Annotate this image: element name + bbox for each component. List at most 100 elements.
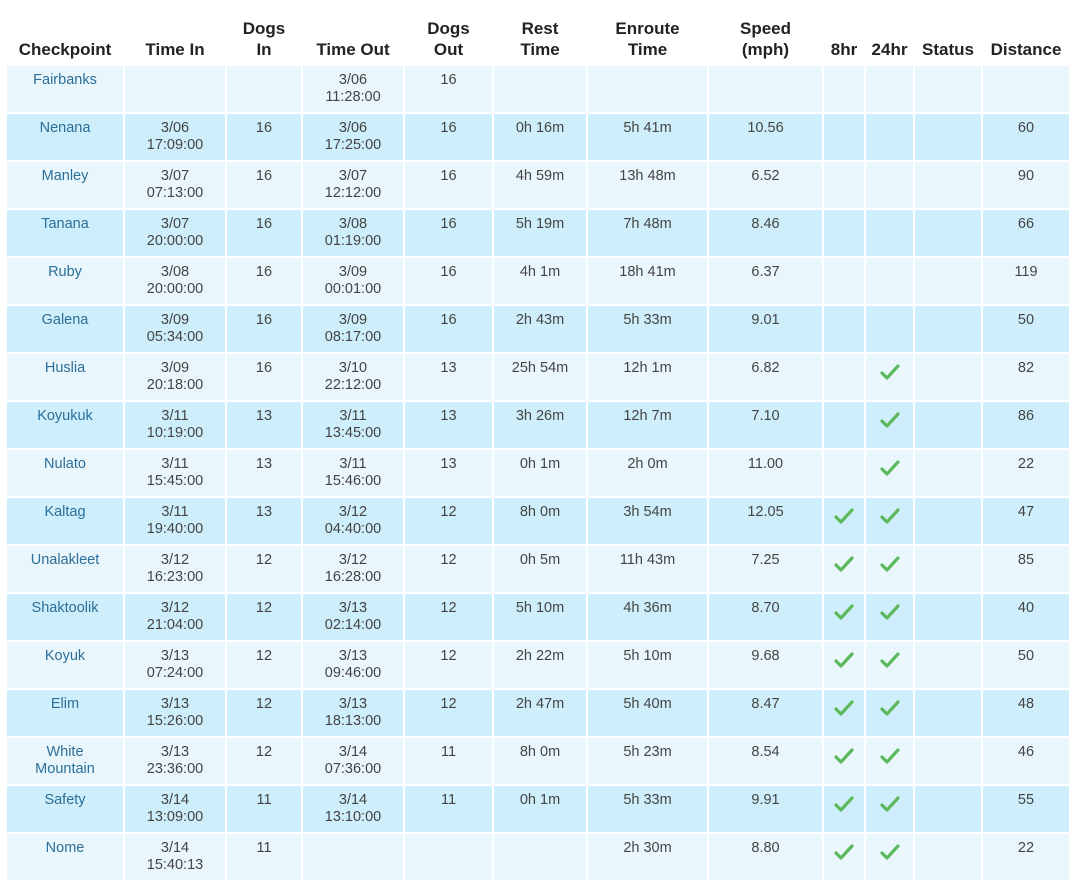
time-in-cell: 3/12 21:04:00	[125, 594, 225, 640]
checkpoint-link-text[interactable]: Tanana	[41, 216, 89, 232]
time-in-cell-text: 07:24:00	[146, 665, 204, 681]
checkpoint-link[interactable]: Nome	[7, 834, 123, 880]
table-row: Shaktoolik 3/12 21:04:00 12 3/13 02:14:00 12 5h…	[7, 594, 1069, 640]
dogs-in-cell: 13	[227, 450, 301, 496]
speed-cell-text: 6.52	[751, 168, 780, 184]
8hr-cell	[824, 834, 864, 880]
checkpoint-link-text[interactable]: Elim	[51, 696, 79, 712]
checkpoint-link-text[interactable]: Unalakleet	[31, 552, 100, 568]
rest-time-cell-text: 3h 26m	[515, 408, 565, 424]
24hr-cell	[866, 210, 913, 256]
checkpoint-link-text[interactable]: Mountain	[35, 761, 95, 777]
column-header-text: 8hr	[830, 40, 858, 59]
speed-cell-text: 8.80	[751, 840, 780, 856]
distance-cell: 66	[983, 210, 1069, 256]
checkpoint-table-container: Checkpoint Time In Dogs In Time Out Dogs Out Re…	[5, 8, 1069, 882]
time-out-cell-text: 3/13	[338, 648, 368, 664]
dogs-in-cell: 12	[227, 738, 301, 784]
checkpoint-link[interactable]: White Mountain	[7, 738, 123, 784]
8hr-cell	[824, 594, 864, 640]
check-icon	[834, 651, 854, 669]
enroute-time-cell: 2h 0m	[588, 450, 707, 496]
checkpoint-link[interactable]: Kaltag	[7, 498, 123, 544]
checkpoint-link[interactable]: Unalakleet	[7, 546, 123, 592]
24hr-cell	[866, 114, 913, 160]
speed-cell: 8.47	[709, 690, 822, 736]
dogs-in-cell-text: 12	[255, 600, 273, 616]
checkpoint-link[interactable]: Ruby	[7, 258, 123, 304]
rest-time-cell-text: 0h 1m	[519, 456, 561, 472]
checkpoint-link-text[interactable]: Safety	[44, 792, 85, 808]
8hr-cell	[824, 402, 864, 448]
time-out-cell: 3/10 22:12:00	[303, 354, 403, 400]
column-header-dogs-out: Dogs Out	[405, 10, 492, 64]
time-out-cell: 3/14 13:10:00	[303, 786, 403, 832]
distance-cell: 90	[983, 162, 1069, 208]
checkpoint-link[interactable]: Safety	[7, 786, 123, 832]
enroute-time-cell-text: 5h 33m	[623, 312, 672, 328]
checkpoint-link[interactable]: Shaktoolik	[7, 594, 123, 640]
time-in-cell-text: 07:13:00	[146, 185, 204, 201]
checkpoint-link[interactable]: Galena	[7, 306, 123, 352]
checkpoint-link-text[interactable]: Huslia	[45, 360, 85, 376]
checkpoint-link-text[interactable]: Nenana	[40, 120, 91, 136]
checkpoint-link[interactable]: Nulato	[7, 450, 123, 496]
enroute-time-cell-text: 4h 36m	[623, 600, 672, 616]
distance-cell-text: 47	[1017, 504, 1035, 520]
time-in-cell: 3/11 10:19:00	[125, 402, 225, 448]
rest-time-cell-text: 2h 47m	[515, 696, 565, 712]
checkpoint-link[interactable]: Tanana	[7, 210, 123, 256]
checkpoint-link-text[interactable]: Ruby	[48, 264, 82, 280]
distance-cell-text: 86	[1017, 408, 1035, 424]
time-out-cell-text: 16:28:00	[324, 569, 382, 585]
checkpoint-link[interactable]: Fairbanks	[7, 66, 123, 112]
column-header-text: Status	[922, 40, 974, 59]
24hr-cell	[866, 258, 913, 304]
speed-cell-text: 6.37	[751, 264, 780, 280]
checkpoint-link-text[interactable]: Fairbanks	[33, 72, 97, 88]
time-in-cell-text: 3/09	[160, 312, 190, 328]
checkpoint-link-text[interactable]: White	[46, 744, 83, 760]
table-body: Fairbanks 3/06 11:28:00 16 Nenana 3/06 17:09:0…	[7, 66, 1069, 880]
checkpoint-link-text[interactable]: Nulato	[44, 456, 86, 472]
dogs-out-cell-text: 11	[440, 744, 457, 760]
checkpoint-link-text[interactable]: Koyukuk	[37, 408, 93, 424]
rest-time-cell: 3h 26m	[494, 402, 586, 448]
8hr-cell	[824, 258, 864, 304]
rest-time-cell: 2h 47m	[494, 690, 586, 736]
dogs-in-cell-text: 11	[256, 792, 272, 808]
time-out-cell-text: 09:46:00	[324, 665, 382, 681]
enroute-time-cell: 12h 1m	[588, 354, 707, 400]
checkpoint-link[interactable]: Manley	[7, 162, 123, 208]
table-row: Galena 3/09 05:34:00 16 3/09 08:17:00 16 2h 43m…	[7, 306, 1069, 352]
checkpoint-link-text[interactable]: Nome	[46, 840, 85, 856]
dogs-out-cell: 16	[405, 210, 492, 256]
time-out-cell-text: 3/12	[338, 504, 368, 520]
checkpoint-link-text[interactable]: Manley	[42, 168, 89, 184]
speed-cell: 8.80	[709, 834, 822, 880]
checkpoint-link[interactable]: Nenana	[7, 114, 123, 160]
checkpoint-link-text[interactable]: Galena	[42, 312, 89, 328]
checkpoint-link[interactable]: Elim	[7, 690, 123, 736]
24hr-cell	[866, 738, 913, 784]
time-in-cell	[125, 66, 225, 112]
check-icon	[879, 459, 900, 477]
distance-cell-text: 82	[1017, 360, 1035, 376]
time-out-cell: 3/09 08:17:00	[303, 306, 403, 352]
rest-time-cell: 25h 54m	[494, 354, 586, 400]
column-header-status: Status	[915, 10, 981, 64]
column-header-text: Time	[627, 40, 668, 59]
time-out-cell: 3/11 15:46:00	[303, 450, 403, 496]
checkpoint-link[interactable]: Koyuk	[7, 642, 123, 688]
dogs-out-cell-text: 12	[440, 600, 457, 616]
8hr-cell	[824, 306, 864, 352]
checkpoint-link-text[interactable]: Koyuk	[45, 648, 85, 664]
enroute-time-cell-text: 11h 43m	[619, 552, 676, 568]
time-in-cell: 3/13 15:26:00	[125, 690, 225, 736]
checkpoint-link-text[interactable]: Shaktoolik	[32, 600, 99, 616]
dogs-in-cell: 11	[227, 834, 301, 880]
checkpoint-link[interactable]: Koyukuk	[7, 402, 123, 448]
checkpoint-link-text[interactable]: Kaltag	[44, 504, 85, 520]
checkpoint-link[interactable]: Huslia	[7, 354, 123, 400]
status-cell	[915, 690, 981, 736]
